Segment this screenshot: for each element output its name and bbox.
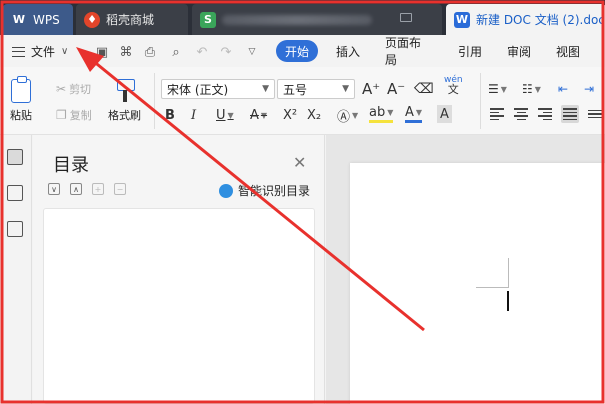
- font-name-value: 宋体 (正文): [167, 82, 229, 97]
- subscript-icon[interactable]: X₂: [307, 105, 321, 125]
- cut-label: 剪切: [69, 83, 92, 96]
- document-page[interactable]: [350, 163, 605, 404]
- distributed-icon[interactable]: [586, 105, 604, 123]
- tab-sheet[interactable]: S: [192, 4, 442, 35]
- toc-toolbar: ∨ ∧ + −: [48, 183, 126, 195]
- cut-button[interactable]: ✂ 剪切: [56, 81, 91, 97]
- bookmark-icon[interactable]: [7, 221, 23, 237]
- ribbon: 粘贴 ✂ 剪切 ❐ 复制 格式刷 宋体 (正文) ▼ 五号 ▼ A⁺ A⁻ ⌫ …: [0, 67, 605, 135]
- bold-icon[interactable]: B: [165, 105, 175, 125]
- superscript-icon[interactable]: X²: [283, 105, 297, 125]
- format-painter-label: 格式刷: [108, 109, 141, 122]
- undo-icon[interactable]: ↶: [194, 44, 210, 60]
- pinyin-bottom: 文: [447, 83, 459, 96]
- tab-wps[interactable]: W WPS: [3, 4, 73, 35]
- brush-icon: [115, 79, 135, 103]
- clear-format-icon[interactable]: ⌫: [414, 79, 434, 99]
- toc-panel-icon[interactable]: [7, 149, 23, 165]
- tab-label: 稻壳商城: [106, 13, 155, 27]
- font-color-icon[interactable]: A ▼: [405, 105, 423, 123]
- print-preview-icon[interactable]: ⌕: [168, 44, 184, 60]
- smart-toc-label: 智能识别目录: [238, 184, 311, 198]
- char-shading-icon[interactable]: A: [437, 105, 452, 123]
- paste-label: 粘贴: [10, 109, 32, 122]
- tab-home[interactable]: 开始: [276, 40, 318, 62]
- word-doc-icon: W: [454, 11, 470, 28]
- numbered-list-icon[interactable]: ☷ ▼: [522, 79, 541, 99]
- toc-list: [43, 208, 315, 404]
- strikethrough-icon[interactable]: A ▼: [250, 105, 267, 125]
- increase-font-icon[interactable]: A⁺: [362, 79, 380, 99]
- margin-corner-mark: [508, 258, 509, 288]
- paste-button[interactable]: 粘贴: [10, 76, 32, 123]
- menu-bar: 文件 ∨ ▣ ⌘ ⎙ ⌕ ↶ ↷ ▽ 开始 插入 页面布局 引用 审阅 视图: [0, 35, 605, 67]
- collapse-icon[interactable]: ∧: [70, 183, 82, 195]
- align-left-icon[interactable]: [488, 105, 506, 123]
- output-icon[interactable]: ⌘: [118, 44, 134, 60]
- chevron-down-icon: ▼: [262, 84, 269, 94]
- scissors-icon: ✂: [56, 82, 67, 96]
- tab-docer[interactable]: ♦ 稻壳商城: [76, 4, 188, 35]
- docer-icon: ♦: [84, 11, 100, 28]
- tab-references[interactable]: 引用: [458, 40, 482, 62]
- clipboard-icon: [11, 76, 31, 103]
- tab-page-layout[interactable]: 页面布局: [385, 36, 433, 67]
- title-bar: W WPS ♦ 稻壳商城 S W 新建 DOC 文档 (2).doc: [0, 0, 605, 35]
- monitor-icon: [400, 13, 412, 22]
- tab-document[interactable]: W 新建 DOC 文档 (2).doc: [446, 4, 605, 35]
- copy-label: 复制: [69, 109, 92, 122]
- align-center-icon[interactable]: [512, 105, 530, 123]
- margin-corner-mark: [476, 287, 508, 288]
- customize-dropdown-icon[interactable]: ▽: [244, 44, 260, 60]
- remove-level-icon[interactable]: −: [114, 183, 126, 195]
- smart-recognize-icon: [219, 183, 233, 198]
- highlight-icon[interactable]: ab ▼: [369, 105, 394, 123]
- chevron-down-icon: ∨: [61, 46, 69, 57]
- tab-view[interactable]: 视图: [556, 40, 580, 62]
- font-size-select[interactable]: 五号 ▼: [277, 79, 355, 99]
- chevron-down-icon: ▼: [342, 84, 349, 94]
- underline-icon[interactable]: U ▼: [216, 105, 234, 125]
- decrease-font-icon[interactable]: A⁻: [387, 79, 405, 99]
- document-area: [326, 135, 605, 404]
- decrease-indent-icon[interactable]: ⇤: [558, 79, 568, 99]
- font-name-select[interactable]: 宋体 (正文) ▼: [161, 79, 275, 99]
- blurred-tab-title: [222, 14, 372, 25]
- expand-icon[interactable]: ∨: [48, 183, 60, 195]
- ribbon-divider: [154, 73, 155, 129]
- sheet-icon: S: [200, 11, 216, 28]
- italic-icon[interactable]: I: [191, 105, 196, 125]
- toc-title: 目录: [53, 155, 89, 176]
- pinyin-guide-button[interactable]: wén 文: [444, 75, 463, 95]
- chapter-nav-icon[interactable]: [7, 185, 23, 201]
- increase-indent-icon[interactable]: ⇥: [584, 79, 594, 99]
- tab-label: 新建 DOC 文档 (2).doc: [476, 13, 605, 27]
- align-right-icon[interactable]: [536, 105, 554, 123]
- format-painter-button[interactable]: 格式刷: [108, 79, 141, 123]
- save-icon[interactable]: ▣: [94, 44, 110, 60]
- text-effect-icon[interactable]: Ⓐ ▼: [337, 105, 358, 125]
- copy-icon: ❐: [56, 108, 67, 122]
- file-menu-label: 文件: [31, 45, 56, 59]
- ribbon-tabs: 开始 插入 页面布局 引用 审阅 视图: [276, 36, 605, 67]
- close-icon[interactable]: ✕: [293, 153, 306, 172]
- font-size-value: 五号: [283, 82, 308, 97]
- file-menu-button[interactable]: 文件 ∨: [12, 43, 68, 60]
- redo-icon[interactable]: ↷: [218, 44, 234, 60]
- print-icon[interactable]: ⎙: [142, 44, 158, 60]
- wps-logo-icon: W: [12, 13, 26, 26]
- toc-panel: 目录 ✕ ∨ ∧ + − 智能识别目录: [33, 135, 325, 404]
- justify-icon[interactable]: [561, 105, 579, 123]
- tab-insert[interactable]: 插入: [336, 40, 360, 62]
- add-level-icon[interactable]: +: [92, 183, 104, 195]
- bullet-list-icon[interactable]: ☰ ▼: [488, 79, 507, 99]
- ribbon-divider: [480, 73, 481, 129]
- copy-button[interactable]: ❐ 复制: [56, 107, 92, 123]
- hamburger-icon: [12, 46, 25, 57]
- left-rail: [0, 135, 32, 404]
- tab-label: WPS: [33, 12, 60, 27]
- text-cursor: [507, 291, 509, 311]
- tab-review[interactable]: 审阅: [507, 40, 531, 62]
- smart-toc-button[interactable]: 智能识别目录: [219, 182, 310, 199]
